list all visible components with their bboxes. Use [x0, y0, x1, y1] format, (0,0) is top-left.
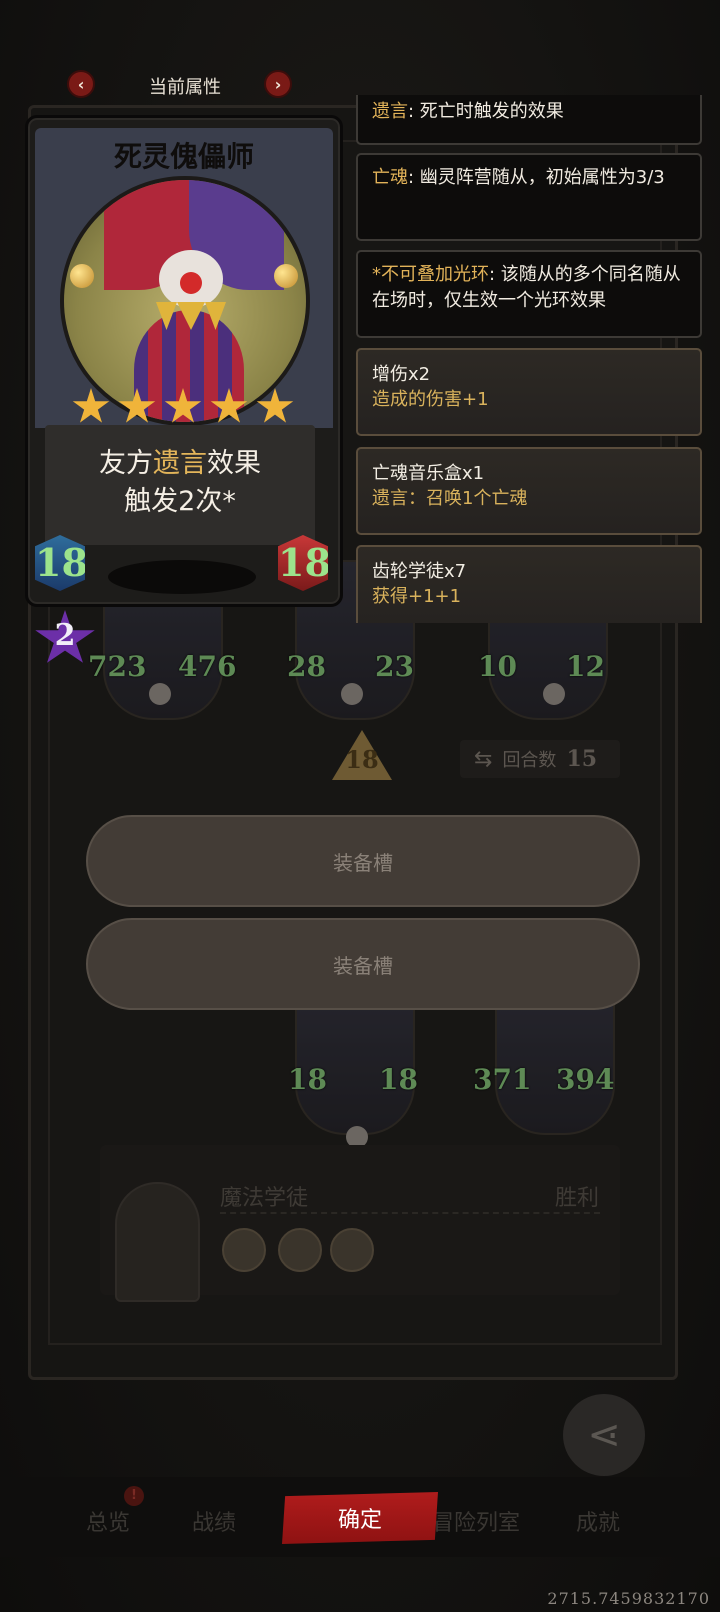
enemy-unit-1-attack: 723	[88, 650, 147, 683]
tab-overview[interactable]: 总览	[86, 1505, 130, 1537]
item-desc: 遗言：召唤1个亡魂	[372, 488, 528, 509]
keyword-term: *不可叠加光环	[372, 264, 489, 285]
player-avatar	[115, 1182, 200, 1302]
coordinate-readout: 2715.7459832170	[547, 1589, 710, 1608]
keyword-box-deathrattle: 遗言: 死亡时触发的效果	[356, 95, 702, 145]
enemy-unit-2-health: 23	[375, 650, 414, 683]
skull-icon	[543, 683, 565, 705]
equipment-slot-2[interactable]: 装备槽	[86, 918, 640, 1010]
enemy-unit-2-attack: 28	[287, 650, 326, 683]
star-icon	[256, 388, 294, 423]
round-counter: ⇆ 回合数 15	[460, 740, 620, 778]
item-desc: 获得+1+1	[372, 586, 462, 607]
level-number: 2	[54, 618, 76, 653]
equipment-icon	[222, 1228, 266, 1272]
keyword-box-soul: 亡魂: 幽灵阵营随从，初始属性为3/3	[356, 153, 702, 241]
star-icon	[210, 388, 248, 423]
skull-icon	[149, 683, 171, 705]
share-icon: ⋖	[587, 1412, 621, 1458]
keyword-term: 亡魂	[372, 167, 408, 188]
tab-alert-badge: !	[124, 1486, 144, 1506]
player-name: 魔法学徒	[220, 1186, 309, 1211]
previous-button[interactable]: ‹	[67, 70, 95, 98]
tab-achievements[interactable]: 成就	[576, 1505, 620, 1537]
item-title: 亡魂音乐盒x1	[372, 463, 485, 484]
round-label: 回合数	[502, 750, 557, 771]
gold-count: 18	[345, 745, 379, 774]
skull-icon	[341, 683, 363, 705]
orb-icon	[70, 264, 94, 288]
health-stat: 18	[278, 535, 328, 591]
item-title: 增伤x2	[372, 364, 431, 385]
ability-keyword: 遗言	[153, 448, 207, 479]
page-title: 当前属性	[149, 77, 221, 98]
divider	[220, 1212, 600, 1214]
ally-unit-1-health: 18	[379, 1063, 418, 1096]
star-icon	[72, 388, 110, 423]
ability-line2: 触发2次*	[124, 486, 236, 517]
tab-adventure[interactable]: 冒险列室	[432, 1505, 520, 1537]
ally-unit-2-attack: 371	[473, 1063, 532, 1096]
orb-icon	[274, 264, 298, 288]
chevron-right-icon: ›	[274, 74, 282, 94]
tab-records[interactable]: 战绩	[192, 1505, 236, 1537]
info-list[interactable]: 遗言: 死亡时触发的效果 亡魂: 幽灵阵营随从，初始属性为3/3 *不可叠加光环…	[356, 95, 702, 623]
enemy-unit-3-health: 12	[566, 650, 605, 683]
share-button[interactable]: ⋖	[563, 1394, 645, 1476]
equipment-icon	[278, 1228, 322, 1272]
ability-prefix: 友方	[99, 448, 153, 479]
enemy-unit-1-health: 476	[178, 650, 237, 683]
round-number: 15	[566, 746, 598, 772]
card-shadow	[108, 560, 256, 594]
star-icon	[118, 388, 156, 423]
next-button[interactable]: ›	[264, 70, 292, 98]
ally-unit-1-attack: 18	[288, 1063, 327, 1096]
ability-text: 友方遗言效果 触发2次*	[45, 445, 315, 521]
keyword-desc: : 幽灵阵营随从，初始属性为3/3	[408, 167, 665, 188]
item-title: 齿轮学徒x7	[372, 561, 467, 582]
star-icon	[164, 388, 202, 423]
keyword-box-aura: *不可叠加光环: 该随从的多个同名随从在场时，仅生效一个光环效果	[356, 250, 702, 338]
attack-stat: 18	[35, 535, 85, 591]
confirm-button[interactable]: 确定	[282, 1492, 438, 1544]
item-desc: 造成的伤害+1	[372, 389, 489, 410]
enemy-unit-3-attack: 10	[478, 650, 517, 683]
item-box-2[interactable]: 亡魂音乐盒x1 遗言：召唤1个亡魂	[356, 447, 702, 535]
item-box-3[interactable]: 齿轮学徒x7 获得+1+1	[356, 545, 702, 623]
jester-nose	[180, 272, 202, 294]
item-box-1[interactable]: 增伤x2 造成的伤害+1	[356, 348, 702, 436]
keyword-term: 遗言	[372, 101, 408, 122]
ability-suffix: 效果	[207, 448, 261, 479]
refresh-icon: ⇆	[474, 746, 493, 772]
jester-collar	[156, 302, 226, 330]
equipment-slot-1[interactable]: 装备槽	[86, 815, 640, 907]
chevron-left-icon: ‹	[77, 74, 85, 94]
equipment-icon	[330, 1228, 374, 1272]
match-result: 胜利	[555, 1186, 600, 1211]
ally-unit-2-health: 394	[556, 1063, 615, 1096]
keyword-desc: : 死亡时触发的效果	[408, 101, 564, 122]
card-name: 死灵傀儡师	[113, 140, 254, 173]
